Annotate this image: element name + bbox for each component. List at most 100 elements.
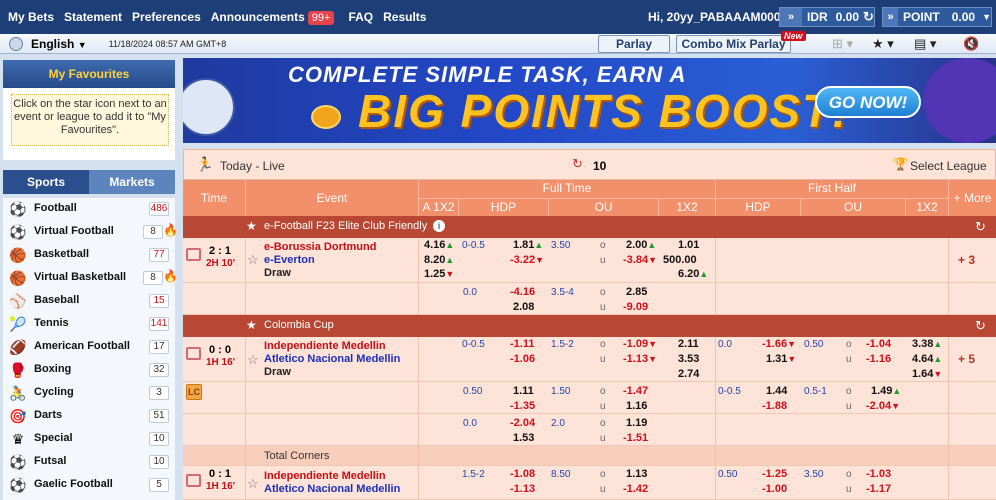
odds-under[interactable]: -9.09 [623, 301, 648, 313]
home-team[interactable]: e-Borussia Dortmund [264, 241, 376, 253]
language-selector[interactable]: English ▼ [31, 37, 87, 51]
fh-odds-hdp-home[interactable]: -1.66▼ [762, 338, 796, 350]
odds-hdp-away[interactable]: -3.22▼ [510, 254, 544, 266]
tab-markets[interactable]: Markets [89, 170, 175, 194]
fh-odds-under[interactable]: -1.17 [866, 483, 891, 495]
favourite-star-icon[interactable]: ☆ [247, 476, 259, 492]
odds-hdp-away[interactable]: 2.08 [513, 301, 534, 313]
nav-my-bets[interactable]: My Bets [8, 10, 54, 24]
odds-hdp-home[interactable]: -1.11 [510, 338, 534, 350]
odds-over[interactable]: -1.09▼ [623, 338, 657, 350]
favourite-star-icon[interactable]: ☆ [247, 252, 259, 268]
odds-1x2-away[interactable]: 500.00 [663, 254, 697, 266]
odds-under[interactable]: -1.51 [623, 432, 648, 444]
fh-odds-1x2-away[interactable]: 4.64▲ [912, 353, 942, 365]
odds-1x2-home[interactable]: 2.11 [678, 338, 699, 350]
live-tv-icon[interactable] [186, 248, 201, 261]
refresh-icon[interactable]: ↻ [975, 219, 986, 235]
odds-under[interactable]: 1.16 [626, 400, 647, 412]
display-mode-icon[interactable]: ▤ ▾ [914, 35, 936, 53]
sidebar-item-sport[interactable]: ♛ Special 10 [3, 428, 175, 451]
go-now-button[interactable]: GO NOW! [815, 86, 921, 118]
refresh-icon[interactable]: ↻ [572, 156, 583, 172]
nav-announcements[interactable]: Announcements 99+ [211, 10, 335, 25]
parlay-button[interactable]: Parlay [598, 35, 670, 53]
more-markets-button[interactable]: + 5 [958, 352, 975, 366]
fh-odds-hdp-away[interactable]: 1.31▼ [766, 353, 796, 365]
odds-over[interactable]: 2.85 [626, 286, 647, 298]
fh-odds-hdp-home[interactable]: -1.25 [762, 468, 787, 480]
tab-sports[interactable]: Sports [3, 170, 89, 194]
fh-odds-under[interactable]: -2.04▼ [866, 400, 900, 412]
odds-over[interactable]: 1.13 [626, 468, 647, 480]
favourite-star-icon[interactable]: ★ [246, 318, 257, 332]
fh-odds-over[interactable]: 1.49▲ [871, 385, 901, 397]
sidebar-item-sport[interactable]: ⚽ Virtual Football 8 🔥 [3, 221, 178, 244]
sidebar-item-sport[interactable]: 🚴 Cycling 3 [3, 382, 175, 405]
fh-odds-hdp-away[interactable]: -1.00 [762, 483, 787, 495]
favourite-star-icon[interactable]: ☆ [247, 352, 259, 368]
fh-odds-over[interactable]: -1.04 [866, 338, 891, 350]
favourite-star-icon[interactable]: ★ [246, 219, 257, 233]
home-team[interactable]: Independiente Medellin [264, 470, 386, 482]
odds-over[interactable]: -1.47 [623, 385, 648, 397]
sidebar-item-sport[interactable]: 🎾 Tennis 141 [3, 313, 175, 336]
odds-hdp-away[interactable]: -1.13 [510, 483, 535, 495]
more-markets-button[interactable]: + 3 [958, 253, 975, 267]
odds-over[interactable]: 1.19 [626, 417, 647, 429]
odds-1x2-draw[interactable]: 6.20▲ [678, 268, 708, 280]
sidebar-item-sport[interactable]: ⚾ Baseball 15 [3, 290, 175, 313]
odds-under[interactable]: -3.84▼ [623, 254, 657, 266]
favourite-star-icon[interactable]: ★ ▾ [872, 35, 894, 53]
odds-over[interactable]: 2.00▲ [626, 239, 656, 251]
sidebar-item-sport[interactable]: 🎯 Darts 51 [3, 405, 175, 428]
odds-hdp-away[interactable]: 1.53 [513, 432, 534, 444]
nav-statement[interactable]: Statement [64, 10, 122, 24]
sidebar-item-sport[interactable]: 🥊 Boxing 32 [3, 359, 175, 382]
point-balance[interactable]: » POINT 0.00 ▼ [882, 7, 992, 27]
league-row[interactable]: ★ Colombia Cup ↻ [183, 315, 996, 337]
fh-odds-over[interactable]: -1.03 [866, 468, 891, 480]
odds-hdp-home[interactable]: 1.81▲ [513, 239, 543, 251]
odds-hdp-home[interactable]: -4.16 [510, 286, 535, 298]
promo-banner[interactable]: COMPLETE SIMPLE TASK, EARN A BIG POINTS … [183, 58, 996, 143]
nav-preferences[interactable]: Preferences [132, 10, 201, 24]
info-icon[interactable]: i [433, 220, 445, 232]
add-view-icon[interactable]: ⊞ ▾ [832, 35, 853, 53]
nav-faq[interactable]: FAQ [348, 10, 373, 24]
odds-hdp-away[interactable]: -1.06 [510, 353, 535, 365]
odds-a1x2-away[interactable]: 8.20▲ [424, 254, 454, 266]
fh-odds-under[interactable]: -1.16 [866, 353, 891, 365]
currency-balance[interactable]: » IDR 0.00 ↻ [779, 7, 875, 27]
odds-1x2-away[interactable]: 3.53 [678, 353, 699, 365]
odds-hdp-home[interactable]: -1.08 [510, 468, 535, 480]
fh-odds-1x2-draw[interactable]: 1.64▼ [912, 368, 942, 380]
refresh-icon[interactable]: ↻ [863, 9, 874, 25]
odds-1x2-home[interactable]: 1.01 [678, 239, 699, 251]
home-team[interactable]: Independiente Medellin [264, 340, 386, 352]
odds-under[interactable]: -1.42 [623, 483, 648, 495]
nav-results[interactable]: Results [383, 10, 426, 24]
away-team[interactable]: Atletico Nacional Medellin [264, 483, 400, 495]
live-tv-icon[interactable] [186, 474, 201, 487]
combo-mix-parlay-button[interactable]: Combo Mix Parlay [676, 35, 791, 53]
odds-hdp-away[interactable]: -1.35 [510, 400, 535, 412]
refresh-icon[interactable]: ↻ [975, 318, 986, 334]
odds-a1x2-home[interactable]: 4.16▲ [424, 239, 454, 251]
away-team[interactable]: Atletico Nacional Medellin [264, 353, 400, 365]
league-row[interactable]: ★ e-Football F23 Elite Club Friendly i ↻ [183, 216, 996, 238]
sidebar-item-sport[interactable]: ⚽ Gaelic Football 5 [3, 474, 175, 497]
odds-under[interactable]: -1.13▼ [623, 353, 657, 365]
sidebar-item-sport[interactable]: 🏀 Virtual Basketball 8 🔥 [3, 267, 178, 290]
odds-a1x2-draw[interactable]: 1.25▼ [424, 268, 454, 280]
odds-1x2-draw[interactable]: 2.74 [678, 368, 699, 380]
fh-odds-hdp-home[interactable]: 1.44 [766, 385, 787, 397]
mute-sound-icon[interactable]: 🔇 [963, 35, 979, 53]
sidebar-item-sport[interactable]: ⚽ Futsal 10 [3, 451, 175, 474]
select-league-button[interactable]: Select League [910, 159, 987, 173]
sidebar-item-sport[interactable]: 🏀 Basketball 77 [3, 244, 175, 267]
odds-hdp-home[interactable]: -2.04 [510, 417, 535, 429]
live-tv-icon[interactable] [186, 347, 201, 360]
sidebar-item-sport[interactable]: ⚽ Football 486 [3, 198, 175, 221]
away-team[interactable]: e-Everton [264, 254, 315, 266]
